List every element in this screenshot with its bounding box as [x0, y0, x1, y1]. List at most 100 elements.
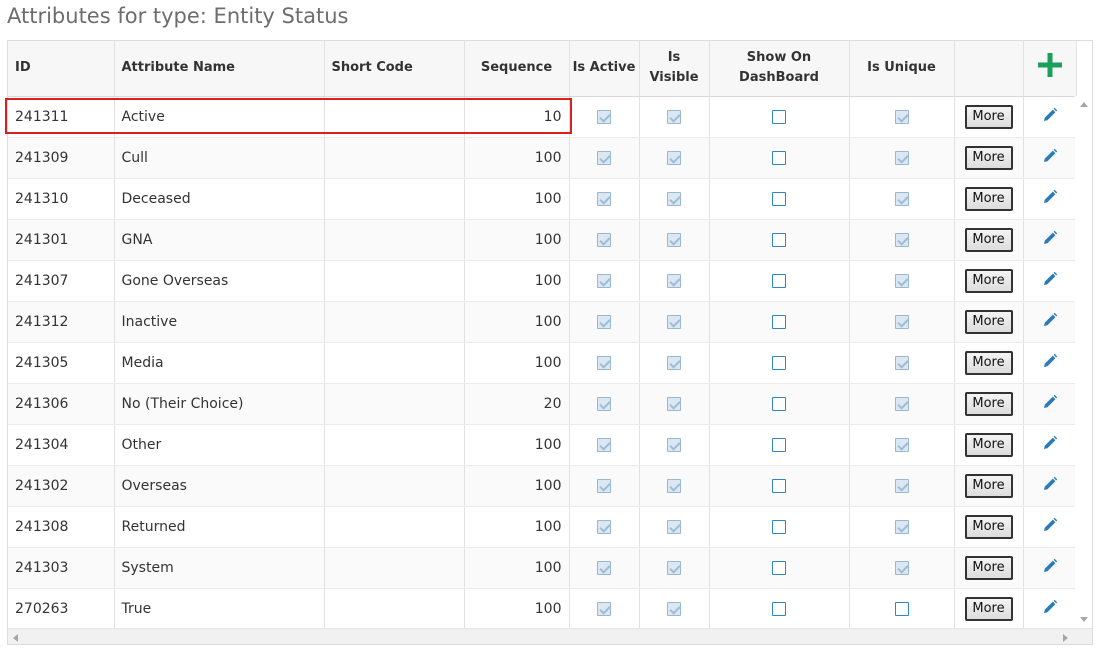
- checkbox-is-unique[interactable]: [894, 150, 909, 165]
- checkbox-show-on-dashboard[interactable]: [772, 355, 786, 370]
- table-row[interactable]: 241308 Returned 100 More: [8, 506, 1077, 548]
- checkbox-is-unique[interactable]: [894, 601, 909, 616]
- checkbox-is-unique[interactable]: [894, 314, 909, 329]
- col-header-attribute-name[interactable]: Attribute Name: [114, 41, 325, 97]
- checkbox-is-active[interactable]: [597, 601, 611, 616]
- col-header-short-code[interactable]: Short Code: [324, 41, 465, 97]
- col-header-sequence[interactable]: Sequence: [464, 41, 570, 97]
- more-button[interactable]: More: [964, 514, 1013, 539]
- col-header-id[interactable]: ID: [8, 41, 115, 97]
- more-button[interactable]: More: [964, 145, 1013, 170]
- horizontal-scrollbar[interactable]: [8, 628, 1092, 644]
- checkbox-is-visible[interactable]: [667, 273, 681, 288]
- table-row[interactable]: 241303 System 100 More: [8, 547, 1077, 589]
- pencil-icon[interactable]: [1042, 599, 1058, 619]
- checkbox-is-visible[interactable]: [667, 355, 681, 370]
- checkbox-is-active[interactable]: [597, 273, 611, 288]
- checkbox-is-visible[interactable]: [667, 478, 681, 493]
- checkbox-is-unique[interactable]: [894, 109, 909, 124]
- checkbox-is-unique[interactable]: [894, 560, 909, 575]
- pencil-icon[interactable]: [1042, 107, 1058, 127]
- more-button[interactable]: More: [964, 104, 1013, 129]
- checkbox-is-active[interactable]: [597, 355, 611, 370]
- checkbox-is-active[interactable]: [597, 232, 611, 247]
- pencil-icon[interactable]: [1042, 312, 1058, 332]
- table-row[interactable]: 241309 Cull 100 More: [8, 137, 1077, 179]
- more-button[interactable]: More: [964, 227, 1013, 252]
- checkbox-is-visible[interactable]: [667, 314, 681, 329]
- scroll-down-arrow-icon[interactable]: [1080, 617, 1088, 622]
- checkbox-is-unique[interactable]: [894, 478, 909, 493]
- checkbox-is-unique[interactable]: [894, 396, 909, 411]
- checkbox-is-unique[interactable]: [894, 191, 909, 206]
- checkbox-is-active[interactable]: [597, 150, 611, 165]
- checkbox-show-on-dashboard[interactable]: [772, 232, 786, 247]
- col-header-show-on-dashboard[interactable]: Show On DashBoard: [709, 41, 850, 97]
- checkbox-show-on-dashboard[interactable]: [772, 150, 786, 165]
- col-header-is-unique[interactable]: Is Unique: [849, 41, 955, 97]
- checkbox-is-active[interactable]: [597, 519, 611, 534]
- checkbox-show-on-dashboard[interactable]: [772, 478, 786, 493]
- scroll-right-arrow-icon[interactable]: [1063, 634, 1068, 642]
- table-row[interactable]: 270263 True 100 More: [8, 588, 1077, 630]
- checkbox-is-visible[interactable]: [667, 109, 681, 124]
- pencil-icon[interactable]: [1042, 353, 1058, 373]
- scroll-up-arrow-icon[interactable]: [1080, 102, 1088, 107]
- plus-icon[interactable]: [1037, 52, 1063, 85]
- checkbox-show-on-dashboard[interactable]: [772, 396, 786, 411]
- table-row[interactable]: 241307 Gone Overseas 100 More: [8, 260, 1077, 302]
- pencil-icon[interactable]: [1042, 271, 1058, 291]
- checkbox-is-active[interactable]: [597, 478, 611, 493]
- checkbox-is-visible[interactable]: [667, 437, 681, 452]
- pencil-icon[interactable]: [1042, 435, 1058, 455]
- checkbox-is-visible[interactable]: [667, 191, 681, 206]
- checkbox-is-unique[interactable]: [894, 273, 909, 288]
- pencil-icon[interactable]: [1042, 394, 1058, 414]
- more-button[interactable]: More: [964, 309, 1013, 334]
- checkbox-is-unique[interactable]: [894, 232, 909, 247]
- vertical-scrollbar[interactable]: [1075, 96, 1092, 628]
- checkbox-show-on-dashboard[interactable]: [772, 519, 786, 534]
- table-row[interactable]: 241312 Inactive 100 More: [8, 301, 1077, 343]
- checkbox-show-on-dashboard[interactable]: [772, 273, 786, 288]
- checkbox-is-active[interactable]: [597, 396, 611, 411]
- col-header-is-visible[interactable]: Is Visible: [639, 41, 710, 97]
- checkbox-show-on-dashboard[interactable]: [772, 191, 786, 206]
- col-header-is-active[interactable]: Is Active: [569, 41, 640, 97]
- checkbox-show-on-dashboard[interactable]: [772, 601, 786, 616]
- checkbox-is-active[interactable]: [597, 314, 611, 329]
- scroll-left-arrow-icon[interactable]: [13, 634, 18, 642]
- checkbox-is-active[interactable]: [597, 437, 611, 452]
- more-button[interactable]: More: [964, 596, 1013, 621]
- table-row[interactable]: 241302 Overseas 100 More: [8, 465, 1077, 507]
- pencil-icon[interactable]: [1042, 148, 1058, 168]
- table-row[interactable]: 241306 No (Their Choice) 20 More: [8, 383, 1077, 425]
- more-button[interactable]: More: [964, 555, 1013, 580]
- more-button[interactable]: More: [964, 432, 1013, 457]
- checkbox-is-visible[interactable]: [667, 560, 681, 575]
- checkbox-is-visible[interactable]: [667, 232, 681, 247]
- checkbox-show-on-dashboard[interactable]: [772, 314, 786, 329]
- checkbox-is-active[interactable]: [597, 560, 611, 575]
- checkbox-is-active[interactable]: [597, 191, 611, 206]
- checkbox-is-visible[interactable]: [667, 519, 681, 534]
- pencil-icon[interactable]: [1042, 517, 1058, 537]
- more-button[interactable]: More: [964, 268, 1013, 293]
- checkbox-is-unique[interactable]: [894, 437, 909, 452]
- table-row[interactable]: 241304 Other 100 More: [8, 424, 1077, 466]
- checkbox-is-active[interactable]: [597, 109, 611, 124]
- more-button[interactable]: More: [964, 186, 1013, 211]
- table-row[interactable]: 241305 Media 100 More: [8, 342, 1077, 384]
- checkbox-show-on-dashboard[interactable]: [772, 109, 786, 124]
- pencil-icon[interactable]: [1042, 558, 1058, 578]
- table-row[interactable]: 241301 GNA 100 More: [8, 219, 1077, 261]
- table-row[interactable]: 241310 Deceased 100 More: [8, 178, 1077, 220]
- checkbox-is-unique[interactable]: [894, 355, 909, 370]
- pencil-icon[interactable]: [1042, 189, 1058, 209]
- checkbox-is-visible[interactable]: [667, 150, 681, 165]
- checkbox-is-visible[interactable]: [667, 601, 681, 616]
- checkbox-show-on-dashboard[interactable]: [772, 560, 786, 575]
- more-button[interactable]: More: [964, 350, 1013, 375]
- table-row[interactable]: 241311 Active 10 More: [8, 96, 1077, 138]
- checkbox-is-unique[interactable]: [894, 519, 909, 534]
